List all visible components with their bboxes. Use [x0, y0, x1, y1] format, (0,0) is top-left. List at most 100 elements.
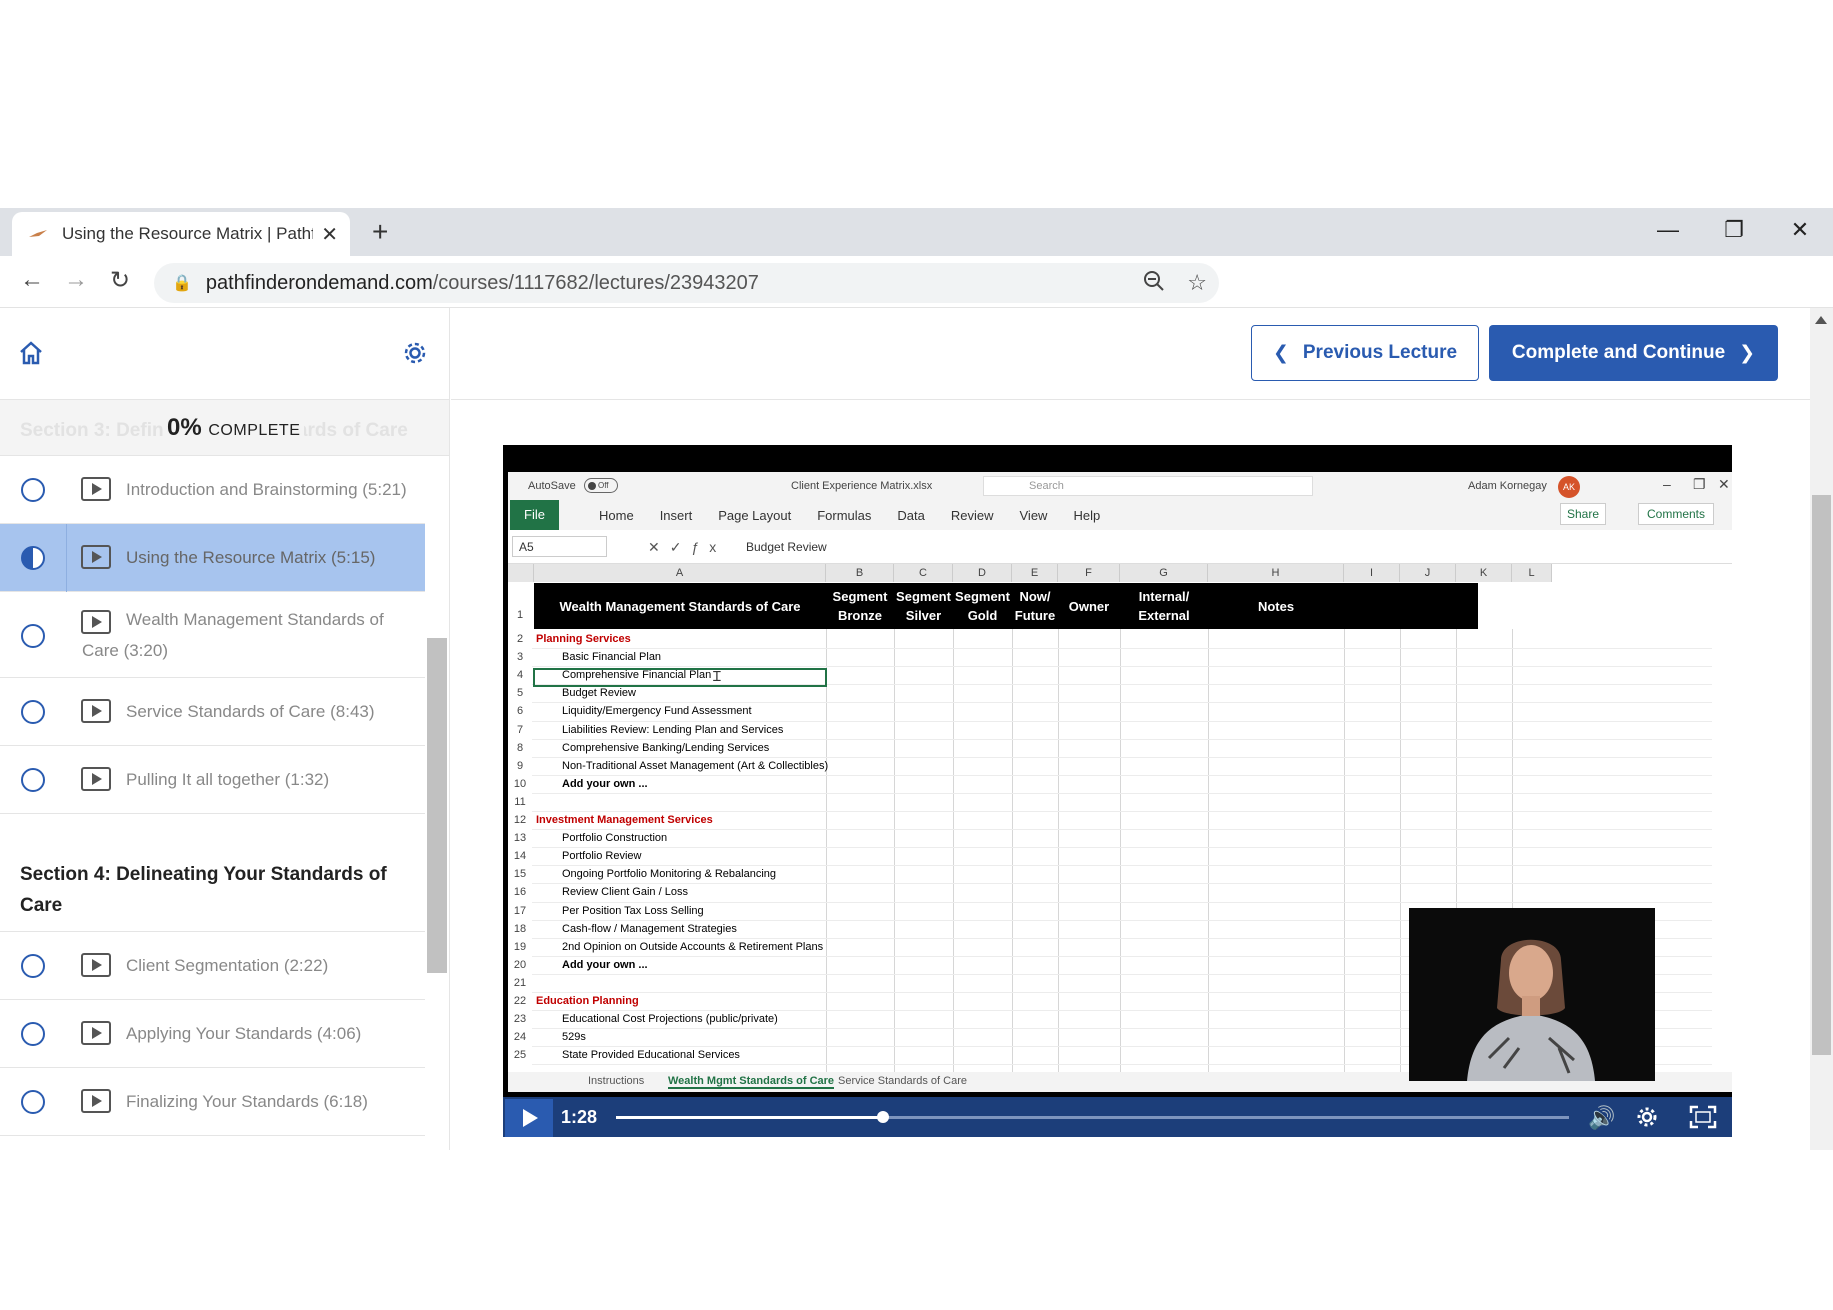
service-cell: Educational Cost Projections (public/pri…	[562, 1013, 778, 1026]
excel-search: Search	[983, 476, 1313, 496]
url-input[interactable]: 🔒 pathfinderondemand.com/courses/1117682…	[154, 263, 1219, 303]
bookmark-star-icon[interactable]: ☆	[1187, 270, 1207, 296]
service-cell: Per Position Tax Loss Selling	[562, 904, 704, 917]
seek-bar-handle[interactable]	[876, 1111, 889, 1123]
restore-window-button[interactable]: ❐	[1701, 208, 1767, 252]
lecture-item[interactable]: Introduction and Brainstorming (5:21)	[0, 456, 425, 524]
lecture-item-active[interactable]: Using the Resource Matrix (5:15)	[0, 524, 425, 592]
service-cell: Liquidity/Emergency Fund Assessment	[562, 705, 752, 718]
header-cell: Segment Bronze	[832, 589, 888, 623]
video-seek-bar[interactable]	[616, 1111, 1569, 1123]
home-icon[interactable]	[18, 340, 44, 366]
excel-user-name: Adam Kornegay	[1468, 480, 1547, 492]
lecture-item[interactable]: Applying Your Standards (4:06)	[0, 1000, 425, 1068]
status-circle-icon	[21, 624, 45, 648]
column-header: H	[1208, 564, 1344, 582]
ribbon-tab: Data	[897, 507, 925, 523]
lecture-item[interactable]: Client Segmentation (2:22)	[0, 932, 425, 1000]
scroll-up-icon[interactable]	[1815, 316, 1827, 324]
course-sidebar: Section 3: Defining Your Standards of Ca…	[0, 308, 450, 1150]
forward-arrow-icon[interactable]: →	[64, 266, 88, 294]
column-header: I	[1344, 564, 1400, 582]
sidebar-scrollbar[interactable]	[427, 638, 447, 973]
instructor-portrait	[1409, 908, 1655, 1081]
half-complete-circle-icon	[21, 546, 45, 570]
row-number: 15	[513, 868, 527, 881]
ribbon-tab: Page Layout	[718, 507, 792, 523]
service-cell: Non-Traditional Asset Management (Art & …	[562, 759, 829, 772]
lecture-title: Service Standards of Care (8:43)	[126, 702, 375, 721]
row-number: 10	[513, 777, 527, 790]
settings-gear-icon[interactable]	[1636, 1106, 1658, 1128]
browser-tab[interactable]: Using the Resource Matrix | Pathf ✕	[12, 212, 350, 256]
reload-icon[interactable]: ↻	[110, 266, 130, 295]
header-cell: Internal/ External	[1138, 589, 1190, 623]
gear-icon[interactable]	[401, 339, 429, 367]
video-frame-spreadsheet: AutoSave Off Client Experience Matrix.xl…	[508, 472, 1732, 1092]
excel-comments-button: Comments	[1638, 503, 1715, 525]
sidebar-header	[0, 308, 449, 400]
video-icon	[81, 1089, 111, 1113]
lecture-item[interactable]: Finalizing Your Standards (6:18)	[0, 1068, 425, 1136]
lecture-item[interactable]: Wealth Management Standards of Care (3:2…	[0, 592, 425, 678]
new-tab-button[interactable]: +	[372, 218, 388, 246]
column-header: D	[953, 564, 1012, 582]
ribbon-tab: Help	[1073, 507, 1101, 523]
excel-filename: Client Experience Matrix.xlsx	[791, 480, 933, 492]
service-cell: Budget Review	[562, 687, 636, 700]
volume-icon[interactable]: 🔊	[1588, 1105, 1615, 1131]
avatar: AK	[1558, 476, 1580, 498]
main-scrollbar[interactable]	[1810, 308, 1833, 1150]
lecture-item[interactable]: Pulling It all together (1:32)	[0, 746, 425, 814]
column-header: G	[1120, 564, 1208, 582]
service-cell: Liabilities Review: Lending Plan and Ser…	[562, 723, 784, 736]
lecture-item[interactable]: Service Standards of Care (8:43)	[0, 678, 425, 746]
seek-bar-progress	[616, 1116, 883, 1119]
back-arrow-icon[interactable]: ←	[20, 266, 44, 294]
row-number: 4	[516, 669, 524, 682]
fullscreen-icon[interactable]	[1689, 1105, 1717, 1129]
minimize-window-button[interactable]: —	[1635, 208, 1701, 252]
ribbon-tab: Home	[599, 507, 634, 523]
previous-lecture-label: Previous Lecture	[1302, 342, 1458, 363]
column-header: J	[1400, 564, 1456, 582]
row-number: 16	[513, 886, 527, 899]
ribbon-tab: Insert	[659, 507, 693, 523]
row-number: 11	[514, 795, 526, 808]
row-number: 5	[516, 687, 524, 700]
scrollbar-thumb[interactable]	[1812, 495, 1831, 1055]
column-header: L	[1512, 564, 1552, 582]
lecture-title: Finalizing Your Standards (6:18)	[126, 1092, 368, 1111]
play-button[interactable]	[505, 1099, 553, 1137]
category-cell: Investment Management Services	[536, 814, 713, 826]
service-cell: Review Client Gain / Loss	[562, 886, 688, 899]
row-number: 13	[513, 832, 527, 845]
lock-icon: 🔒	[172, 275, 192, 292]
header-cell: Owner	[1068, 598, 1110, 614]
zoom-icon[interactable]	[1143, 270, 1165, 292]
complete-and-continue-button[interactable]: Complete and Continue ❯	[1489, 325, 1778, 381]
excel-formula-bar: A5 ✕✓ƒx Budget Review	[508, 530, 1732, 564]
row-number: 8	[516, 741, 524, 754]
row-number: 19	[513, 940, 527, 953]
selected-cell-outline	[533, 668, 827, 687]
row-number: 21	[513, 976, 527, 989]
column-header: B	[826, 564, 894, 582]
close-window-button[interactable]: ✕	[1767, 208, 1833, 252]
progress-label: COMPLETE	[208, 422, 301, 439]
category-cell: Planning Services	[536, 633, 631, 645]
previous-lecture-button[interactable]: ❮ Previous Lecture	[1251, 325, 1479, 381]
video-player[interactable]: AutoSave Off Client Experience Matrix.xl…	[503, 445, 1732, 1137]
spreadsheet-header-row: Wealth Management Standards of Care Segm…	[534, 583, 1478, 629]
url-host: pathfinderondemand.com	[205, 271, 433, 294]
lecture-title: Wealth Management Standards of Care (3:2…	[82, 610, 384, 660]
row-number: 6	[516, 705, 524, 718]
row-number: 23	[513, 1013, 527, 1026]
sheet-tab: Instructions	[588, 1075, 645, 1087]
header-cell: Wealth Management Standards of Care	[559, 598, 801, 614]
close-tab-icon[interactable]: ✕	[321, 222, 338, 247]
header-cell: Now/ Future	[1014, 589, 1056, 623]
header-cell: Segment Silver	[896, 589, 951, 623]
row-number: 18	[513, 922, 527, 935]
header-cell: Notes	[1257, 598, 1295, 614]
